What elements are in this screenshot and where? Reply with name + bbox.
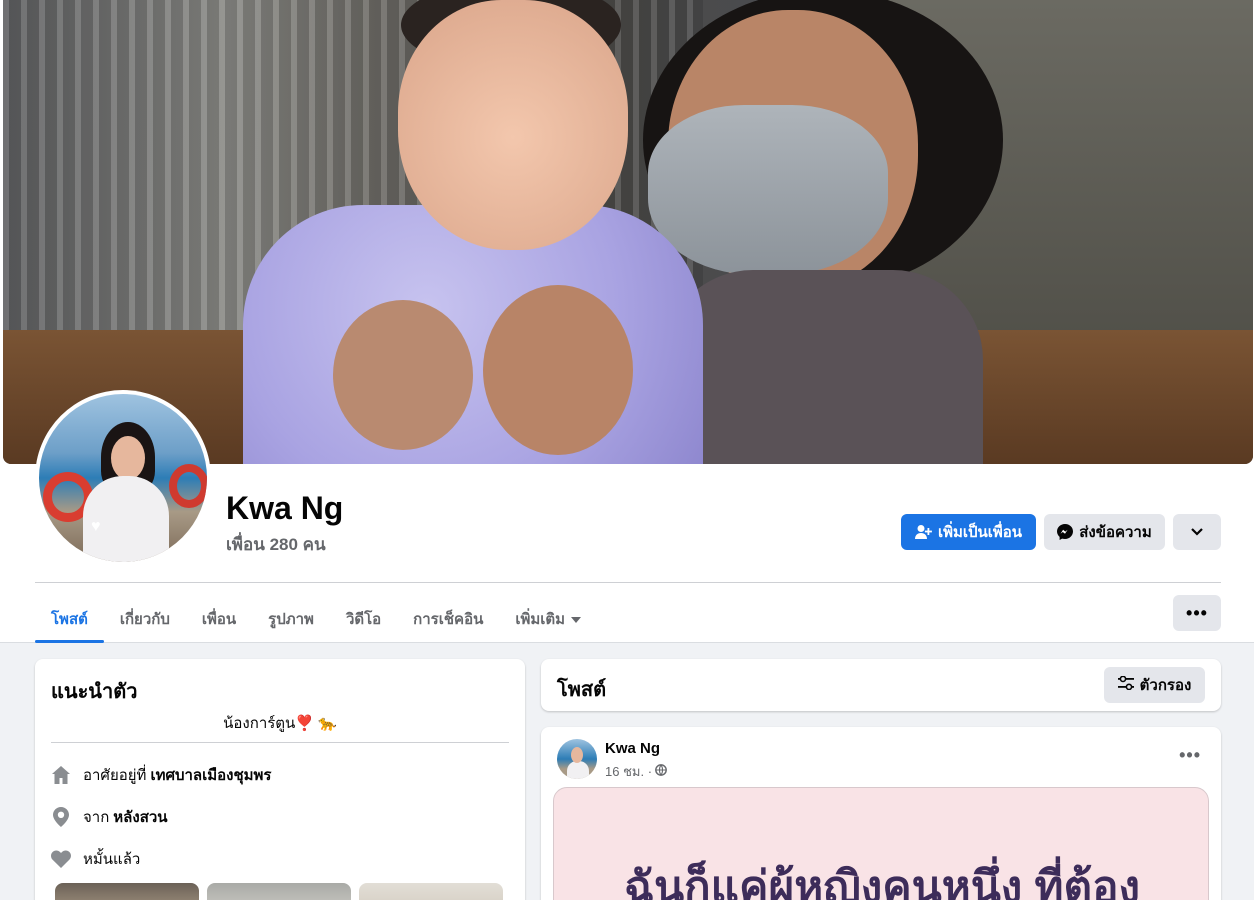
filter-icon bbox=[1117, 675, 1134, 694]
tab-about[interactable]: เกี่ยวกับ bbox=[104, 594, 186, 643]
post-card: Kwa Ng 16 ชม. · ••• ฉันก็แค่ผู้หญิงคนหนึ… bbox=[541, 727, 1221, 900]
avatar-lifebuoy bbox=[169, 464, 207, 508]
post-timestamp: 16 ชม. · bbox=[605, 761, 667, 782]
profile-header: ♥ Kwa Ng เพื่อน 280 คน เพิ่มเป็นเพื่อน ส… bbox=[0, 0, 1254, 643]
featured-photo[interactable] bbox=[359, 883, 503, 900]
avatar-person-body bbox=[567, 761, 589, 779]
featured-photo[interactable] bbox=[207, 883, 351, 900]
filter-label: ตัวกรอง bbox=[1139, 677, 1192, 694]
intro-from: จาก หลังสวน bbox=[51, 805, 168, 829]
messenger-icon bbox=[1057, 524, 1074, 540]
heart-icon: ♥ bbox=[91, 518, 101, 535]
cover-baby-head bbox=[398, 0, 628, 250]
header-divider bbox=[35, 582, 1221, 583]
from-prefix: จาก bbox=[83, 809, 110, 826]
cover-hand bbox=[333, 300, 473, 450]
intro-lives-in: อาศัยอยู่ที่ เทศบาลเมืองชุมพร bbox=[51, 763, 271, 787]
posts-title: โพสต์ bbox=[557, 679, 607, 701]
post-author-avatar[interactable] bbox=[557, 739, 597, 779]
tab-videos[interactable]: วิดีโอ bbox=[330, 594, 397, 643]
cover-woman-shirt bbox=[663, 270, 983, 464]
cover-photo[interactable] bbox=[3, 0, 1253, 464]
location-pin-icon bbox=[51, 807, 71, 827]
from-value[interactable]: หลังสวน bbox=[113, 805, 167, 829]
chevron-down-icon bbox=[1191, 528, 1203, 536]
intro-title: แนะนำตัว bbox=[51, 681, 138, 703]
friend-count[interactable]: เพื่อน 280 คน bbox=[226, 531, 326, 558]
featured-photo[interactable] bbox=[55, 883, 199, 900]
add-friend-label: เพิ่มเป็นเพื่อน bbox=[937, 524, 1023, 541]
profile-name: Kwa Ng bbox=[226, 490, 344, 526]
intro-divider bbox=[51, 742, 509, 743]
profile-dropdown-button[interactable] bbox=[1173, 514, 1221, 550]
intro-bio: น้องการ์ตูน❣️ 🐆 bbox=[223, 715, 337, 732]
lives-in-prefix: อาศัยอยู่ที่ bbox=[83, 767, 147, 784]
tab-posts[interactable]: โพสต์ bbox=[35, 594, 104, 643]
cover-hand bbox=[483, 285, 633, 455]
tab-checkins[interactable]: การเช็คอิน bbox=[397, 594, 499, 643]
add-friend-button[interactable]: เพิ่มเป็นเพื่อน bbox=[901, 514, 1036, 550]
tab-friends[interactable]: เพื่อน bbox=[186, 594, 252, 643]
filter-button[interactable]: ตัวกรอง bbox=[1104, 667, 1205, 703]
tab-photos[interactable]: รูปภาพ bbox=[252, 594, 330, 643]
relationship-status: หมั้นแล้ว bbox=[83, 851, 141, 868]
globe-icon bbox=[655, 764, 667, 779]
tab-more[interactable]: เพิ่มเติม bbox=[499, 594, 597, 643]
lives-in-value[interactable]: เทศบาลเมืองชุมพร bbox=[150, 763, 271, 787]
heart-icon bbox=[51, 849, 71, 869]
post-image-text: ฉันก็แค่ผู้หญิงคนหนึ่ง ที่ต้อง bbox=[623, 863, 1141, 900]
home-icon bbox=[51, 765, 71, 785]
tabs-overflow-button[interactable]: ••• bbox=[1173, 595, 1221, 631]
caret-down-icon bbox=[571, 610, 582, 627]
post-author-name[interactable]: Kwa Ng bbox=[605, 740, 660, 757]
message-button[interactable]: ส่งข้อความ bbox=[1044, 514, 1165, 550]
intro-card: แนะนำตัว น้องการ์ตูน❣️ 🐆 อาศัยอยู่ที่ เท… bbox=[35, 659, 525, 900]
profile-tabs: โพสต์ เกี่ยวกับ เพื่อน รูปภาพ วิดีโอ การ… bbox=[35, 594, 597, 643]
more-horizontal-icon: ••• bbox=[1179, 745, 1201, 765]
post-image[interactable]: ฉันก็แค่ผู้หญิงคนหนึ่ง ที่ต้อง bbox=[553, 787, 1209, 900]
avatar-person-face bbox=[111, 436, 145, 480]
post-time-text[interactable]: 16 ชม. · bbox=[605, 761, 652, 782]
tab-more-label: เพิ่มเติม bbox=[515, 610, 566, 628]
avatar-image: ♥ bbox=[39, 394, 207, 562]
avatar-person-face bbox=[571, 747, 583, 763]
post-options-button[interactable]: ••• bbox=[1179, 745, 1201, 766]
add-friend-icon bbox=[914, 524, 932, 540]
posts-header-card: โพสต์ ตัวกรอง bbox=[541, 659, 1221, 711]
cover-face-mask bbox=[648, 105, 888, 275]
intro-relationship: หมั้นแล้ว bbox=[51, 847, 140, 871]
message-label: ส่งข้อความ bbox=[1079, 524, 1152, 541]
profile-avatar[interactable]: ♥ bbox=[35, 390, 211, 566]
more-horizontal-icon: ••• bbox=[1186, 602, 1208, 623]
